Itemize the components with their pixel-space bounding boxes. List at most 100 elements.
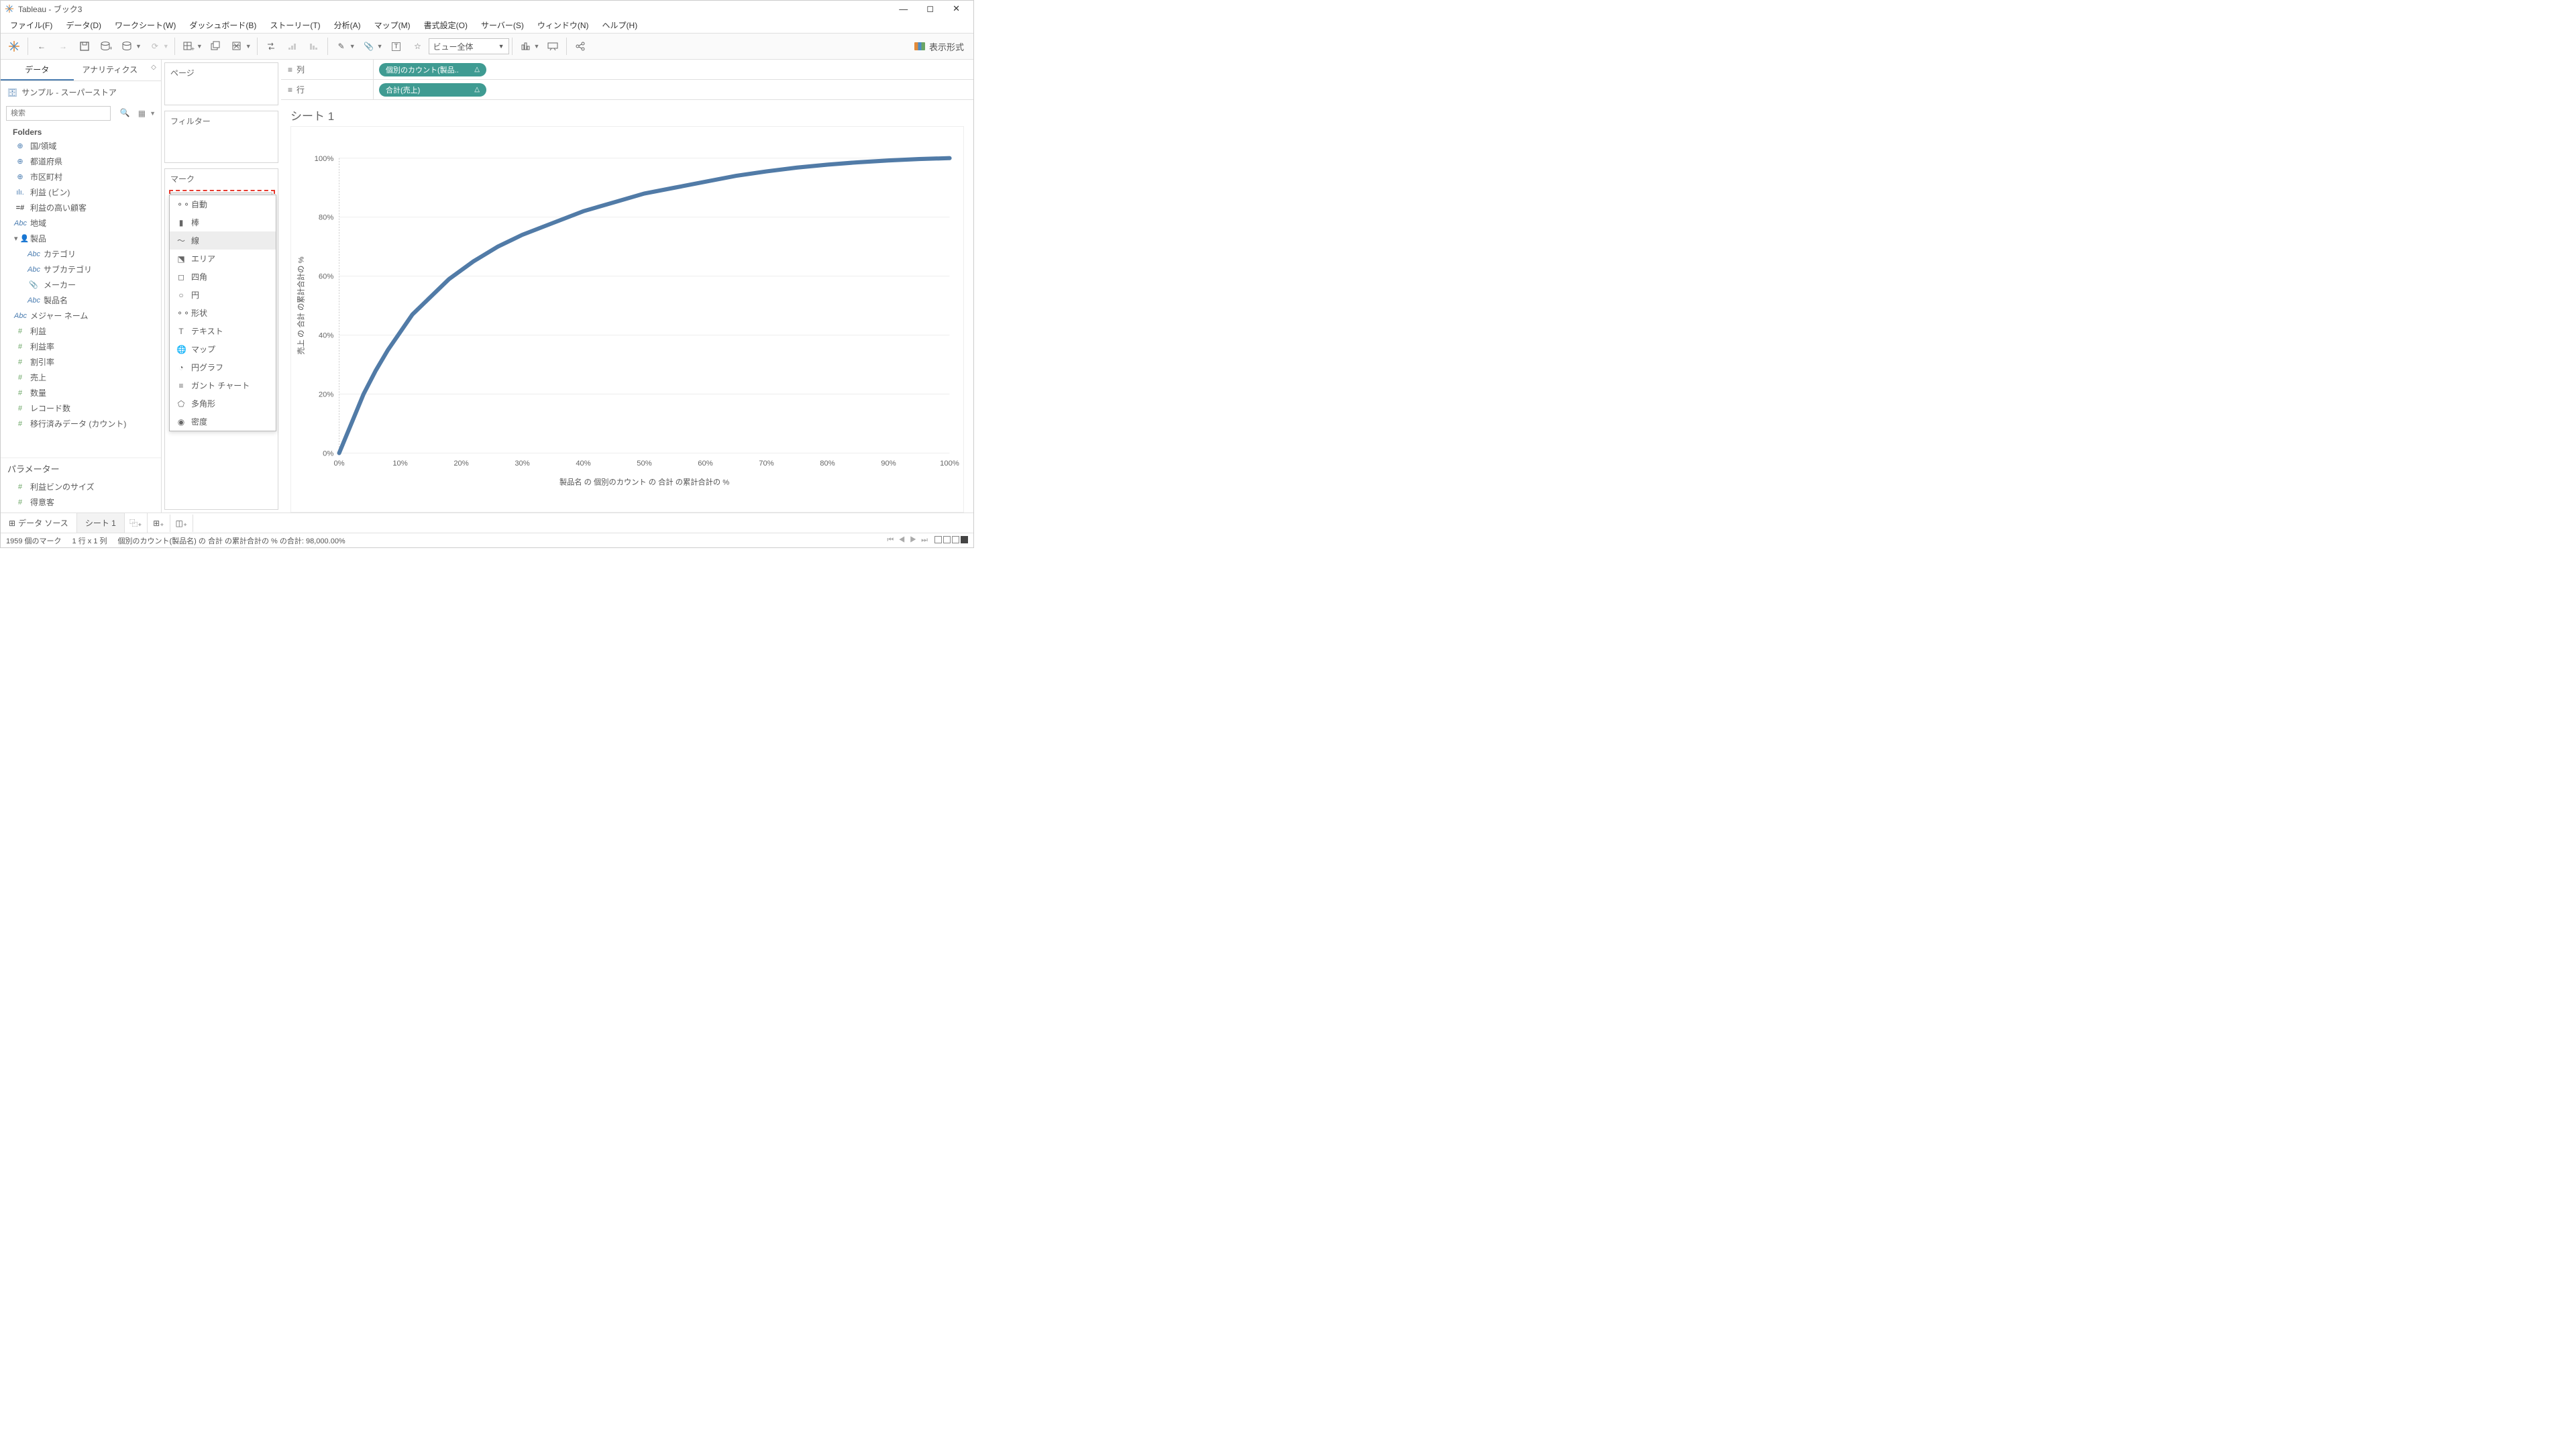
- field-item[interactable]: Abcメジャー ネーム: [1, 308, 161, 323]
- labels-button[interactable]: T: [386, 36, 407, 57]
- parameter-item[interactable]: #利益ビンのサイズ: [1, 479, 161, 494]
- search-input[interactable]: [6, 106, 111, 121]
- layout-buttons[interactable]: [933, 536, 968, 545]
- svg-text:+: +: [191, 46, 195, 52]
- columns-icon: ≡: [288, 65, 292, 74]
- new-story-tab-button[interactable]: ◫₊: [170, 515, 193, 532]
- save-button[interactable]: [74, 36, 95, 57]
- presentation-button[interactable]: [542, 36, 564, 57]
- sheet-title[interactable]: シート 1: [281, 100, 973, 126]
- filters-card[interactable]: フィルター: [164, 111, 278, 163]
- svg-text:20%: 20%: [453, 460, 469, 468]
- field-item[interactable]: #割引率: [1, 354, 161, 370]
- mark-menu-item[interactable]: ◉密度: [170, 413, 276, 431]
- columns-pill[interactable]: 個別のカウント(製品..△: [379, 63, 486, 76]
- duplicate-button[interactable]: [205, 36, 227, 57]
- close-button[interactable]: ✕: [943, 3, 969, 14]
- share-button[interactable]: [570, 36, 591, 57]
- menu-format[interactable]: 書式設定(O): [417, 17, 474, 33]
- mark-menu-item[interactable]: ⚬⚬形状: [170, 304, 276, 322]
- mark-menu-item[interactable]: ≡ガント チャート: [170, 376, 276, 394]
- new-worksheet-tab-button[interactable]: ⿻₊: [125, 513, 148, 533]
- datasource-row[interactable]: 🗄 サンプル - スーパーストア: [1, 81, 161, 103]
- show-me-button[interactable]: 表示形式: [908, 40, 971, 53]
- menu-analysis[interactable]: 分析(A): [327, 17, 368, 33]
- tab-datasource[interactable]: ⊞データ ソース: [1, 513, 77, 533]
- tableau-icon[interactable]: [3, 36, 25, 57]
- field-item[interactable]: 📎メーカー: [1, 277, 161, 292]
- field-item[interactable]: =#利益の高い顧客: [1, 200, 161, 215]
- pages-card[interactable]: ページ: [164, 62, 278, 105]
- field-item[interactable]: Abcカテゴリ: [1, 246, 161, 262]
- mark-menu-item[interactable]: 〜線: [170, 231, 276, 250]
- tab-sheet1[interactable]: シート 1: [77, 513, 125, 533]
- view-list-icon[interactable]: ▦: [138, 109, 146, 118]
- mark-menu-item[interactable]: ○円: [170, 286, 276, 304]
- svg-text:40%: 40%: [319, 332, 334, 340]
- menu-help[interactable]: ヘルプ(H): [596, 17, 645, 33]
- datasource-name: サンプル - スーパーストア: [21, 87, 117, 98]
- svg-text:50%: 50%: [637, 460, 652, 468]
- pin-button[interactable]: ☆: [407, 36, 429, 57]
- field-item[interactable]: #利益率: [1, 339, 161, 354]
- menu-server[interactable]: サーバー(S): [474, 17, 531, 33]
- mark-menu-item[interactable]: ⬠多角形: [170, 394, 276, 413]
- tab-analytics[interactable]: アナリティクス: [74, 60, 147, 80]
- menu-window[interactable]: ウィンドウ(N): [531, 17, 596, 33]
- field-item[interactable]: ⊕市区町村: [1, 169, 161, 184]
- cards-column: ページ フィルター マーク ⚬⚬ 自動 ▼ ⚬⚬自動▮棒〜線⬔エリア◻四角○円⚬…: [162, 60, 281, 513]
- mark-menu-item[interactable]: 🌐マップ: [170, 340, 276, 358]
- field-item[interactable]: Abc地域: [1, 215, 161, 231]
- mark-menu-item[interactable]: ⬔エリア: [170, 250, 276, 268]
- field-item[interactable]: #数量: [1, 385, 161, 400]
- parameters-heading: パラメーター: [1, 458, 161, 479]
- maximize-button[interactable]: ◻: [917, 3, 943, 14]
- dropdown-icon[interactable]: ▼: [150, 110, 156, 117]
- field-item[interactable]: ⊕国/領域: [1, 138, 161, 154]
- field-item[interactable]: Abcサブカテゴリ: [1, 262, 161, 277]
- filters-label: フィルター: [165, 111, 278, 131]
- field-item[interactable]: ⊕都道府県: [1, 154, 161, 169]
- sort-desc-button[interactable]: [303, 36, 325, 57]
- new-dashboard-tab-button[interactable]: ⊞₊: [148, 515, 170, 532]
- sort-icon[interactable]: ◇: [146, 60, 161, 80]
- chart-area[interactable]: 0%20%40%60%80%100%0%10%20%30%40%50%60%70…: [290, 126, 964, 513]
- mark-menu-item[interactable]: ▮棒: [170, 213, 276, 231]
- field-item[interactable]: ▾ 👤製品: [1, 231, 161, 246]
- columns-label: 列: [297, 64, 305, 75]
- datasource-icon: 🗄: [7, 88, 17, 97]
- redo-button[interactable]: →: [52, 36, 74, 57]
- menu-file[interactable]: ファイル(F): [3, 17, 59, 33]
- fit-selector[interactable]: ビュー全体▼: [429, 38, 509, 54]
- mark-menu-item[interactable]: ◻四角: [170, 268, 276, 286]
- menu-data[interactable]: データ(D): [59, 17, 108, 33]
- mark-menu-item[interactable]: Tテキスト: [170, 322, 276, 340]
- field-item[interactable]: #利益: [1, 323, 161, 339]
- columns-shelf[interactable]: ≡ 列 個別のカウント(製品..△: [281, 60, 973, 80]
- status-summary: 個別のカウント(製品名) の 合計 の累計合計の % の合計: 98,000.0…: [118, 535, 345, 546]
- parameter-item[interactable]: #得意客: [1, 494, 161, 510]
- sort-asc-button[interactable]: [282, 36, 303, 57]
- menu-worksheet[interactable]: ワークシート(W): [108, 17, 182, 33]
- field-item[interactable]: #売上: [1, 370, 161, 385]
- field-item[interactable]: #移行済みデータ (カウント): [1, 416, 161, 431]
- delta-icon: △: [474, 86, 480, 93]
- mark-menu-item[interactable]: ⚬⚬自動: [170, 195, 276, 213]
- field-item[interactable]: ılı.利益 (ビン): [1, 184, 161, 200]
- undo-button[interactable]: ←: [31, 36, 52, 57]
- delta-icon: △: [474, 66, 480, 73]
- field-item[interactable]: #レコード数: [1, 400, 161, 416]
- menu-story[interactable]: ストーリー(T): [263, 17, 327, 33]
- new-datasource-button[interactable]: +: [95, 36, 117, 57]
- menu-map[interactable]: マップ(M): [368, 17, 417, 33]
- swap-button[interactable]: [260, 36, 282, 57]
- field-item[interactable]: Abc製品名: [1, 292, 161, 308]
- show-me-label: 表示形式: [929, 40, 964, 53]
- mark-menu-item[interactable]: ◔円グラフ: [170, 358, 276, 376]
- rows-shelf[interactable]: ≡行 合計(売上)△: [281, 80, 973, 100]
- minimize-button[interactable]: —: [890, 4, 917, 14]
- rows-pill[interactable]: 合計(売上)△: [379, 83, 486, 97]
- tab-data[interactable]: データ: [1, 60, 74, 80]
- menu-dashboard[interactable]: ダッシュボード(B): [182, 17, 263, 33]
- nav-buttons[interactable]: ⏮ ◀ ▶ ⏭: [887, 536, 929, 545]
